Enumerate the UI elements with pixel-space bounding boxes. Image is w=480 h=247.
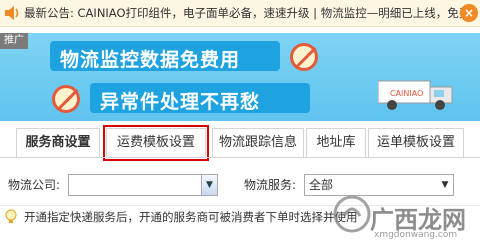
- tab-service-provider[interactable]: 服务商设置: [16, 128, 100, 158]
- announcement-text[interactable]: 最新公告: CAINIAO打印组件，电子面单必备，速速升级 | 物流监控—明细已…: [24, 5, 470, 21]
- speaker-icon: [5, 6, 19, 20]
- tab-freight-template[interactable]: 运费模板设置: [103, 125, 209, 161]
- promo-banner[interactable]: 物流监控数据免费用 异常件处理不再愁 CAINIAO: [0, 33, 480, 121]
- watermark: 广西龙网 xmgdonwang.com: [330, 178, 480, 247]
- watermark-url: xmgdonwang.com: [374, 230, 458, 240]
- chevron-down-icon[interactable]: ▼: [201, 175, 217, 195]
- watermark-logo-icon: [333, 195, 371, 233]
- no-pill-icon: [52, 85, 80, 113]
- company-label: 物流公司:: [8, 178, 61, 192]
- announcement-bar: 最新公告: CAINIAO打印组件，电子面单必备，速速升级 | 物流监控—明细已…: [0, 0, 480, 27]
- close-icon[interactable]: ×: [460, 4, 478, 22]
- promo-tag: 推广: [0, 33, 28, 49]
- promo-headline-2: 异常件处理不再愁: [100, 91, 261, 113]
- service-label: 物流服务:: [244, 178, 297, 192]
- promo-headline-1: 物流监控数据免费用: [60, 49, 241, 71]
- tab-divider: [0, 157, 480, 158]
- tab-bar: 服务商设置 运费模板设置 物流跟踪信息 地址库 运单模板设置: [16, 125, 466, 161]
- tab-address-book[interactable]: 地址库: [306, 128, 366, 158]
- tab-waybill-template[interactable]: 运单模板设置: [368, 128, 464, 158]
- delivery-truck-icon: CAINIAO: [378, 80, 453, 110]
- tab-tracking-info[interactable]: 物流跟踪信息: [212, 128, 304, 158]
- no-pill-icon: [290, 43, 318, 71]
- company-select[interactable]: ▼: [68, 174, 218, 196]
- tip-text: 开通指定快递服务后，开通的服务商可被消费者下单时选择并使用: [24, 209, 358, 224]
- svg-text:CAINIAO: CAINIAO: [390, 89, 423, 98]
- lightbulb-icon: [5, 209, 17, 223]
